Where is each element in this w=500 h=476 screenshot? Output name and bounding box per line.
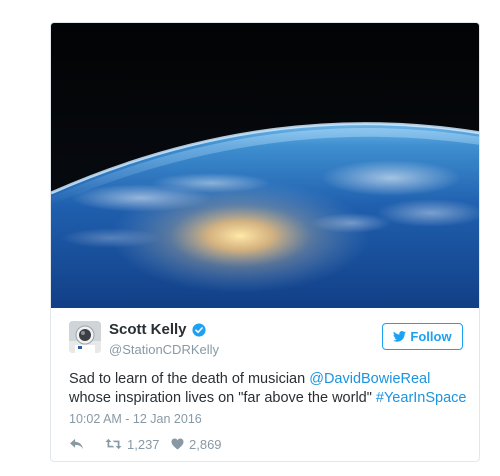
- astronaut-avatar-icon[interactable]: [69, 321, 101, 353]
- heart-icon: [171, 438, 184, 450]
- tweet-text: Sad to learn of the death of musician @D…: [69, 370, 469, 408]
- author-display-name[interactable]: Scott Kelly: [109, 321, 187, 338]
- follow-button[interactable]: Follow: [382, 323, 463, 350]
- tweet-actions: 1,237 2,869: [69, 435, 222, 453]
- reply-icon: [70, 438, 83, 450]
- retweet-count: 1,237: [127, 436, 160, 452]
- retweet-icon: [105, 438, 122, 450]
- follow-button-label: Follow: [410, 329, 452, 344]
- reply-button[interactable]: [69, 438, 105, 450]
- like-count: 2,869: [189, 436, 222, 452]
- author-name-row[interactable]: Scott Kelly: [109, 321, 206, 338]
- tweet-timestamp[interactable]: 10:02 AM - 12 Jan 2016: [69, 412, 202, 426]
- mention-link[interactable]: @DavidBowieReal: [309, 371, 430, 387]
- tweet-card: Scott Kelly @StationCDRKelly Follow Sad …: [50, 22, 480, 462]
- hashtag-link[interactable]: #YearInSpace: [376, 390, 467, 406]
- author-handle[interactable]: @StationCDRKelly: [109, 342, 219, 357]
- tweet-header: Scott Kelly @StationCDRKelly Follow: [51, 308, 479, 368]
- verified-badge-icon: [191, 322, 206, 337]
- retweet-button[interactable]: 1,237: [105, 437, 171, 452]
- tweet-text-part2: whose inspiration lives on "far above th…: [69, 390, 376, 406]
- tweet-text-part1: Sad to learn of the death of musician: [69, 371, 310, 387]
- twitter-bird-icon: [393, 331, 407, 342]
- like-button[interactable]: 2,869: [171, 437, 222, 452]
- tweet-photo[interactable]: [51, 23, 480, 308]
